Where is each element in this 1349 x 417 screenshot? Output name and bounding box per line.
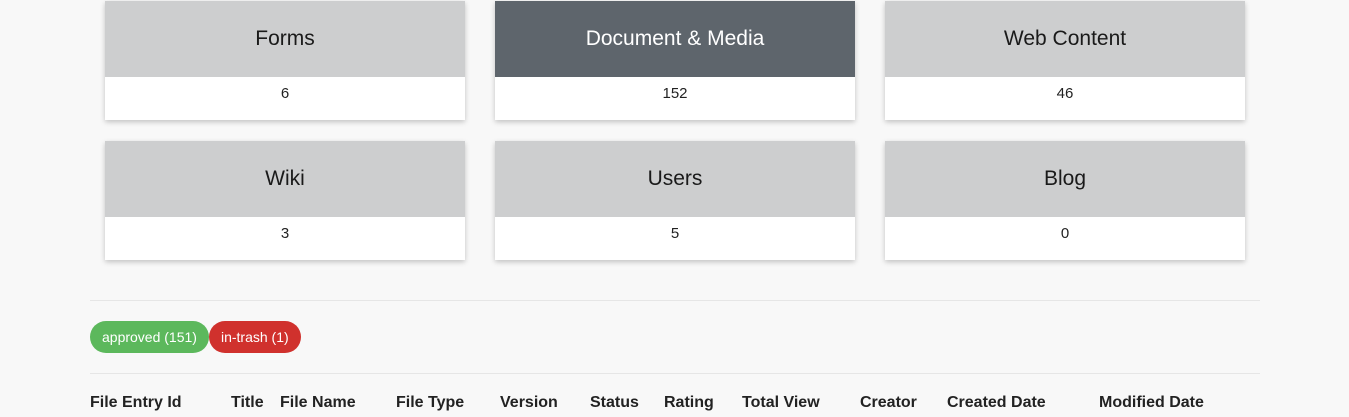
column-header-file-type[interactable]: File Type (396, 394, 464, 412)
card-count: 152 (662, 85, 688, 102)
section-divider (90, 300, 1260, 301)
column-header-version[interactable]: Version (500, 394, 558, 412)
column-header-file-entry-id[interactable]: File Entry Id (90, 394, 182, 412)
column-header-file-name[interactable]: File Name (280, 394, 356, 412)
column-header-created-date[interactable]: Created Date (947, 394, 1046, 412)
card-users[interactable]: Users 5 (495, 141, 855, 260)
card-title: Users (495, 141, 855, 217)
card-title: Forms (105, 1, 465, 77)
card-blog[interactable]: Blog 0 (885, 141, 1245, 260)
in-trash-filter-badge[interactable]: in-trash (1) (208, 321, 301, 353)
approved-filter-badge[interactable]: approved (151) (90, 321, 209, 353)
card-document-media[interactable]: Document & Media 152 (495, 1, 855, 120)
column-header-total-view[interactable]: Total View (742, 394, 820, 412)
card-count: 0 (1060, 225, 1070, 242)
card-count: 5 (670, 225, 680, 242)
column-header-title[interactable]: Title (231, 394, 264, 412)
card-count: 46 (1056, 85, 1074, 102)
column-header-creator[interactable]: Creator (860, 394, 917, 412)
card-title: Document & Media (495, 1, 855, 77)
column-header-status[interactable]: Status (590, 394, 639, 412)
card-web-content[interactable]: Web Content 46 (885, 1, 1245, 120)
column-header-rating[interactable]: Rating (664, 394, 714, 412)
section-divider (90, 373, 1260, 374)
card-title: Wiki (105, 141, 465, 217)
card-title: Blog (885, 141, 1245, 217)
status-filter-group: approved (151) in-trash (1) (90, 321, 301, 353)
card-count: 6 (280, 85, 290, 102)
card-forms[interactable]: Forms 6 (105, 1, 465, 120)
card-count: 3 (280, 225, 290, 242)
column-header-modified-date[interactable]: Modified Date (1099, 394, 1204, 412)
card-wiki[interactable]: Wiki 3 (105, 141, 465, 260)
card-title: Web Content (885, 1, 1245, 77)
